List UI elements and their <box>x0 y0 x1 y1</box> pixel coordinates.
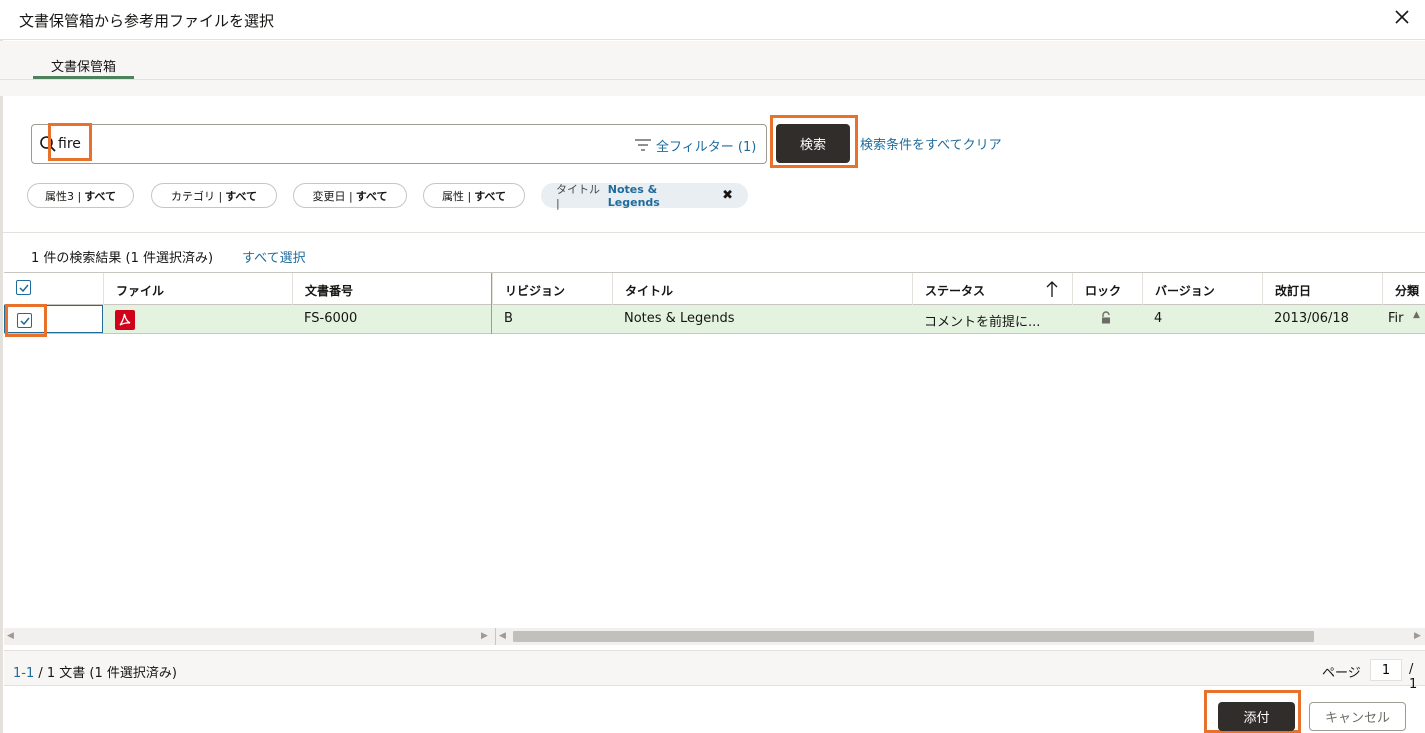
select-all-link[interactable]: すべて選択 <box>242 247 306 266</box>
chip-modified-date[interactable]: 変更日 | すべて <box>293 183 407 208</box>
range-info: 1-1 / 1 文書 (1 件選択済み) <box>13 662 177 681</box>
cell-title: Notes & Legends <box>624 311 735 326</box>
column-header-revision[interactable]: リビジョン <box>492 273 612 305</box>
chip-value: すべて <box>84 189 116 203</box>
column-header-version[interactable]: バージョン <box>1142 273 1262 305</box>
search-input[interactable] <box>58 131 458 157</box>
all-filters-button[interactable]: 全フィルター (1) <box>634 133 756 157</box>
pdf-icon[interactable] <box>115 310 135 330</box>
pagination-footer: 1-1 / 1 文書 (1 件選択済み) ページ / 1 <box>4 650 1425 692</box>
remove-filter-icon[interactable]: ✖ <box>722 188 733 203</box>
close-icon[interactable] <box>1392 7 1412 27</box>
tab-label: 文書保管箱 <box>50 60 116 75</box>
search-button[interactable]: 検索 <box>776 124 850 163</box>
chip-label: 属性3 | <box>45 189 82 203</box>
horizontal-scrollbar[interactable]: ◀ ▶ ◀ ▶ <box>4 628 1425 645</box>
range-text: / 1 文書 (1 件選択済み) <box>34 666 177 681</box>
scroll-right-arrow-icon[interactable]: ▶ <box>481 631 488 641</box>
chip-value: すべて <box>225 189 257 203</box>
cell-revision: B <box>504 311 513 326</box>
column-header-lock[interactable]: ロック <box>1072 273 1142 305</box>
cancel-button[interactable]: キャンセル <box>1309 702 1406 731</box>
section-divider <box>0 232 1425 233</box>
table-row[interactable]: FS-6000 B Notes & Legends コメントを前提に... 4 … <box>4 305 1425 334</box>
chip-attribute[interactable]: 属性 | すべて <box>423 183 525 208</box>
range-link[interactable]: 1-1 <box>13 666 34 681</box>
column-header-status[interactable]: ステータス <box>912 273 1072 305</box>
unlock-icon <box>1100 311 1112 329</box>
sort-ascending-icon <box>1046 281 1058 297</box>
chip-value: すべて <box>474 189 506 203</box>
column-header-revised-date[interactable]: 改訂日 <box>1262 273 1382 305</box>
grid-header: ファイル 文書番号 リビジョン タイトル ステータス ロック バージョン 改訂日… <box>4 273 1425 305</box>
cell-doc-number[interactable]: FS-6000 <box>292 305 491 333</box>
chip-label: 属性 | <box>442 189 472 203</box>
chip-label: タイトル | <box>556 183 600 210</box>
cell-version: 4 <box>1154 311 1163 326</box>
page-total: / 1 <box>1409 662 1418 692</box>
tab-document-vault[interactable]: 文書保管箱 <box>33 41 134 79</box>
left-edge <box>0 40 3 733</box>
dialog-titlebar: 文書保管箱から参考用ファイルを選択 <box>0 0 1425 40</box>
dialog-title: 文書保管箱から参考用ファイルを選択 <box>19 12 275 30</box>
all-filters-label: 全フィルター (1) <box>656 139 757 155</box>
tab-divider <box>0 79 1425 80</box>
cell-lock <box>1072 305 1142 333</box>
frozen-column-divider <box>491 273 492 334</box>
chip-value: すべて <box>355 189 388 203</box>
clear-all-criteria-link[interactable]: 検索条件をすべてクリア <box>860 134 1002 153</box>
search-icon <box>39 135 57 153</box>
cell-file[interactable] <box>103 305 292 333</box>
scrollbar-divider <box>495 628 496 645</box>
chip-label: カテゴリ | <box>171 189 223 203</box>
chip-title-active[interactable]: タイトル | Notes & Legends ✖ <box>541 182 748 210</box>
page-label: ページ <box>1322 666 1361 681</box>
column-header-file[interactable]: ファイル <box>103 273 292 305</box>
results-grid: ファイル 文書番号 リビジョン タイトル ステータス ロック バージョン 改訂日… <box>4 272 1425 645</box>
search-box: 全フィルター (1) <box>31 124 767 164</box>
attach-button[interactable]: 添付 <box>1218 702 1295 731</box>
scrollbar-thumb[interactable] <box>513 631 1314 642</box>
scroll-right-arrow-icon[interactable]: ▶ <box>1414 631 1421 641</box>
chip-value: Notes & Legends <box>607 182 660 209</box>
tab-bar: 文書保管箱 <box>0 41 1425 96</box>
chip-category[interactable]: カテゴリ | すべて <box>151 183 277 208</box>
filter-icon <box>635 139 651 151</box>
scroll-left-arrow-icon[interactable]: ◀ <box>7 631 14 641</box>
scroll-up-arrow-icon[interactable]: ▲ <box>1413 310 1420 320</box>
header-select-all <box>4 273 103 305</box>
file-select-dialog: 文書保管箱から参考用ファイルを選択 文書保管箱 全フィルター (1) 検索 検索… <box>0 0 1425 733</box>
row-checkbox-highlight <box>5 304 47 337</box>
cell-revised-date: 2013/06/18 <box>1274 311 1349 326</box>
page-number-input[interactable] <box>1370 659 1402 681</box>
column-header-title[interactable]: タイトル <box>612 273 912 305</box>
scroll-left-arrow-icon[interactable]: ◀ <box>499 631 506 641</box>
chip-attribute3[interactable]: 属性3 | すべて <box>27 183 134 208</box>
cell-status: コメントを前提に... <box>924 315 1041 330</box>
column-header-category[interactable]: 分類 <box>1382 273 1425 305</box>
header-checkbox[interactable] <box>16 280 31 295</box>
cell-category: Fir <box>1388 311 1404 326</box>
results-summary: 1 件の検索結果 (1 件選択済み) <box>31 251 214 266</box>
chip-label: 変更日 | <box>312 189 353 203</box>
column-header-doc-number[interactable]: 文書番号 <box>292 273 491 305</box>
